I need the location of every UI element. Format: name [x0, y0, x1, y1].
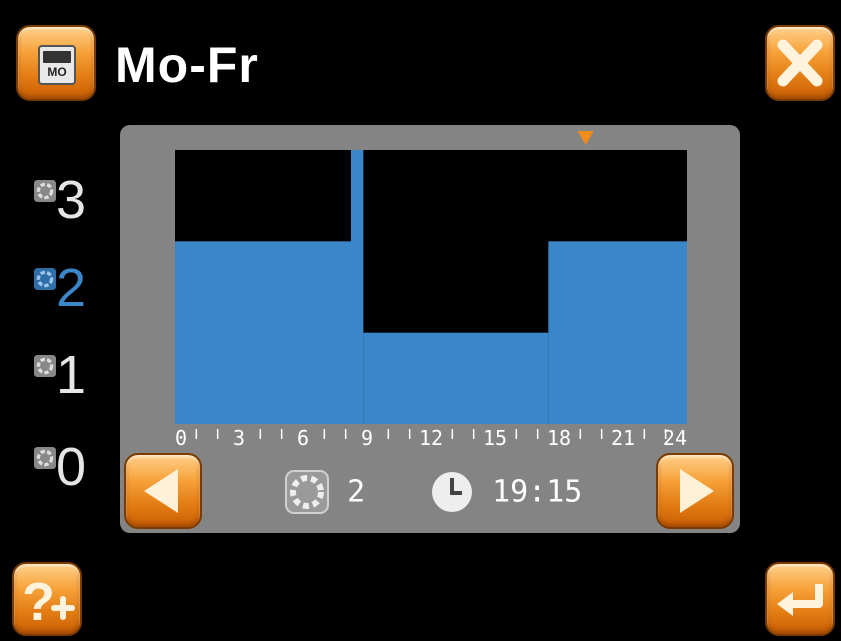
x-tick-label: 15: [483, 426, 507, 450]
schedule-segment[interactable]: [351, 150, 364, 424]
fan-level-value: 2: [347, 474, 366, 510]
fan-icon: [285, 470, 329, 514]
fan-icon: [34, 447, 56, 469]
x-tick-label: 24: [663, 426, 687, 450]
schedule-segment[interactable]: [175, 241, 351, 424]
x-tick-label: 9: [361, 426, 373, 450]
x-tick-label: 21: [611, 426, 635, 450]
close-icon: [777, 39, 823, 87]
time-status: 19:15: [430, 470, 582, 514]
schedule-chart[interactable]: 0 3 6 9 12 15 18 21 24: [120, 125, 740, 455]
x-tick-label: 3: [233, 426, 245, 450]
enter-arrow-icon: [777, 584, 823, 616]
triangle-left-icon: [144, 469, 178, 513]
fan-level-status: 2: [285, 470, 365, 514]
current-time-marker[interactable]: [577, 131, 594, 145]
previous-button[interactable]: [124, 453, 202, 529]
schedule-segment[interactable]: [548, 241, 687, 424]
help-plus-icon: ?: [22, 572, 75, 632]
memory-card-icon: MO: [38, 45, 76, 85]
x-tick-label: 12: [419, 426, 443, 450]
level-1: 1: [26, 345, 116, 405]
level-0: 0: [26, 437, 116, 497]
svg-text:?: ?: [22, 572, 55, 632]
level-2: 2: [26, 258, 116, 318]
mode-icon-label: MO: [47, 65, 67, 79]
fan-icon: [34, 268, 56, 290]
x-tick-label: 0: [175, 426, 187, 450]
fan-icon: [34, 180, 56, 202]
schedule-segment[interactable]: [363, 332, 549, 424]
enter-button[interactable]: [765, 562, 835, 636]
page-title: Mo-Fr: [115, 37, 259, 93]
current-time-value: 19:15: [492, 474, 583, 510]
x-tick-label: 6: [297, 426, 309, 450]
help-add-button[interactable]: ?: [12, 562, 82, 636]
next-button[interactable]: [656, 453, 734, 529]
x-tick-label: 18: [547, 426, 571, 450]
mode-button[interactable]: MO: [16, 25, 96, 101]
triangle-right-icon: [680, 469, 714, 513]
fan-icon: [34, 355, 56, 377]
clock-icon: [432, 472, 472, 512]
schedule-panel: 0 3 6 9 12 15 18 21 24 2 19:15: [120, 125, 740, 533]
level-3: 3: [26, 170, 116, 230]
close-button[interactable]: [765, 25, 835, 101]
